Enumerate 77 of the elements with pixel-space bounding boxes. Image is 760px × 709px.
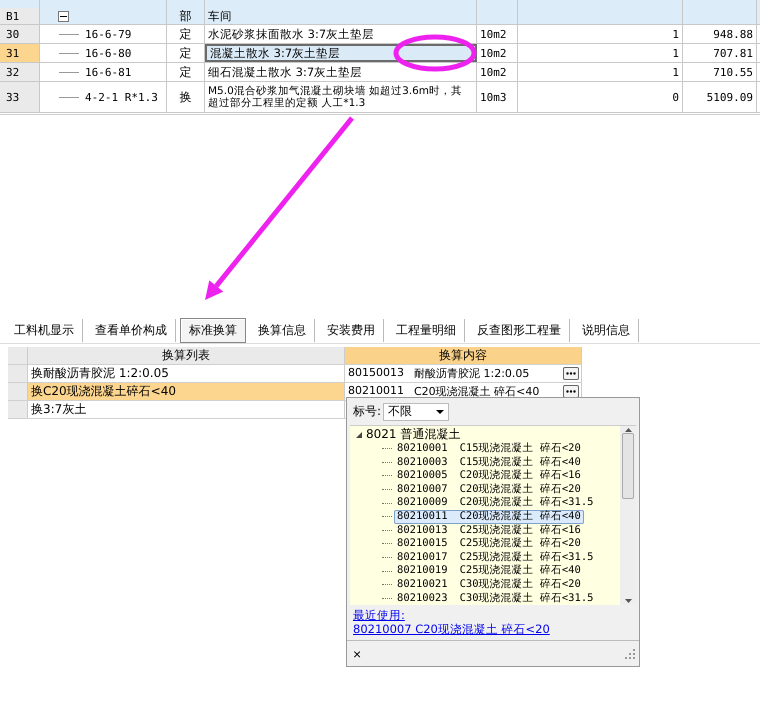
name-cell: 车间 <box>205 8 477 24</box>
row-number: 30 <box>0 25 40 43</box>
type-cell: 定 <box>167 25 205 43</box>
type-cell: 定 <box>167 63 205 81</box>
unit-cell: 10m2 <box>477 63 518 81</box>
material-name: C20现浇混凝土 碎石<40 <box>414 384 540 399</box>
tree-line <box>59 96 79 98</box>
price-cell: 707.81 <box>683 44 757 62</box>
ellipsis-button[interactable] <box>563 367 579 380</box>
tree-line <box>59 52 79 54</box>
tab[interactable]: 标准换算 <box>180 318 246 343</box>
material-name: 耐酸沥青胶泥 1:2:0.05 <box>414 366 530 381</box>
tree-node[interactable]: 8021 普通混凝土 <box>366 426 460 443</box>
tab[interactable]: 查看单价构成 <box>87 319 176 342</box>
tab[interactable]: 工程量明细 <box>388 319 465 342</box>
quantity-cell: 1 <box>518 44 683 62</box>
unit-cell: 10m2 <box>477 44 518 62</box>
name-cell: M5.0混合砂浆加气混凝土砌块墙 如超过3.6m时，其超过部分工程里的定额 人工*1.3 <box>205 82 477 112</box>
recent-item-link[interactable]: 80210007 C20现浇混凝土 碎石<20 <box>353 622 550 636</box>
dots-icon <box>566 372 576 375</box>
code-text: 4-2-1 R*1.3 <box>85 90 158 104</box>
tree-item[interactable]: 80210007 C20现浇混凝土 碎石<20 <box>394 482 584 496</box>
list-cell[interactable]: 换3:7灰土 <box>28 401 345 418</box>
tree-item[interactable]: 80210003 C15现浇混凝土 碎石<40 <box>394 456 584 470</box>
ellipsis-button[interactable] <box>563 385 579 398</box>
name-cell: 细石混凝土散水 3:7灰土垫层 <box>205 63 477 81</box>
tab[interactable]: 换算信息 <box>250 319 315 342</box>
column-header: 换算内容 <box>345 347 582 364</box>
price-cell: 948.88 <box>683 25 757 43</box>
quantity-cell: 0 <box>518 82 683 112</box>
tab[interactable]: 工料机显示 <box>6 319 83 342</box>
row-number: 33 <box>0 82 40 112</box>
scroll-down-icon <box>624 599 632 603</box>
code-text: 16-6-81 <box>85 66 132 78</box>
tree-item[interactable]: 80210021 C30现浇混凝土 碎石<20 <box>394 578 584 592</box>
tab[interactable]: 反查图形工程量 <box>469 319 570 342</box>
tab[interactable]: 说明信息 <box>574 319 639 342</box>
tree-item[interactable]: 80210017 C25现浇混凝土 碎石<31.5 <box>394 550 596 564</box>
grade-label: 标号: <box>353 403 382 420</box>
tree-item[interactable]: 80210013 C25现浇混凝土 碎石<16 <box>394 524 584 538</box>
list-cell[interactable]: 换C20现浇混凝土碎石<40 <box>28 383 345 400</box>
code-text: 80210011 <box>348 384 404 399</box>
resize-grip-icon <box>625 648 635 658</box>
column-header: 换算列表 <box>28 347 345 364</box>
dropdown-arrow-icon <box>436 410 444 414</box>
tree-item[interactable]: 80210023 C30现浇混凝土 碎石<31.5 <box>394 592 596 606</box>
code-text: 16-6-80 <box>85 46 132 60</box>
list-cell[interactable]: 换耐酸沥青胶泥 1:2:0.05 <box>28 365 345 382</box>
unit-cell: 10m3 <box>477 82 518 112</box>
type-cell: 换 <box>167 82 205 112</box>
tree-item[interactable]: 80210019 C25现浇混凝土 碎石<40 <box>394 564 584 578</box>
grade-combo[interactable]: 不限 <box>383 402 450 420</box>
expanded-triangle-icon[interactable] <box>356 432 362 438</box>
tree-item[interactable]: 80210015 C25现浇混凝土 碎石<20 <box>394 537 584 551</box>
code-text: 16-6-79 <box>85 28 132 40</box>
row-number: 32 <box>0 63 40 81</box>
tree-item[interactable]: 80210001 C15现浇混凝土 碎石<20 <box>394 442 584 456</box>
unit-cell: 10m2 <box>477 25 518 43</box>
code-text: 80150013 <box>348 366 404 381</box>
quantity-cell: 1 <box>518 25 683 43</box>
tab[interactable]: 安装费用 <box>319 319 384 342</box>
close-button[interactable]: × <box>353 646 362 662</box>
name-cell: 水泥砂浆抹面散水 3:7灰土垫层 <box>205 25 477 43</box>
row-number: 31 <box>0 44 40 62</box>
quantity-cell: 1 <box>518 63 683 81</box>
tree-item[interactable]: 80210011 C20现浇混凝土 碎石<40 <box>394 510 584 524</box>
price-cell: 710.55 <box>683 63 757 81</box>
collapse-icon[interactable] <box>58 10 69 22</box>
price-cell: 5109.09 <box>683 82 757 112</box>
row-number: B1 <box>0 8 40 24</box>
type-cell: 部 <box>167 8 205 24</box>
tree-item[interactable]: 80210009 C20现浇混凝土 碎石<31.5 <box>394 496 596 510</box>
scrollbar[interactable] <box>620 426 636 605</box>
recent-label-link[interactable]: 最近使用: <box>353 608 405 622</box>
tree-item[interactable]: 80210005 C20现浇混凝土 碎石<16 <box>394 469 584 483</box>
name-cell: 混凝土散水 3:7灰土垫层 <box>205 44 477 62</box>
dots-icon <box>566 390 576 393</box>
